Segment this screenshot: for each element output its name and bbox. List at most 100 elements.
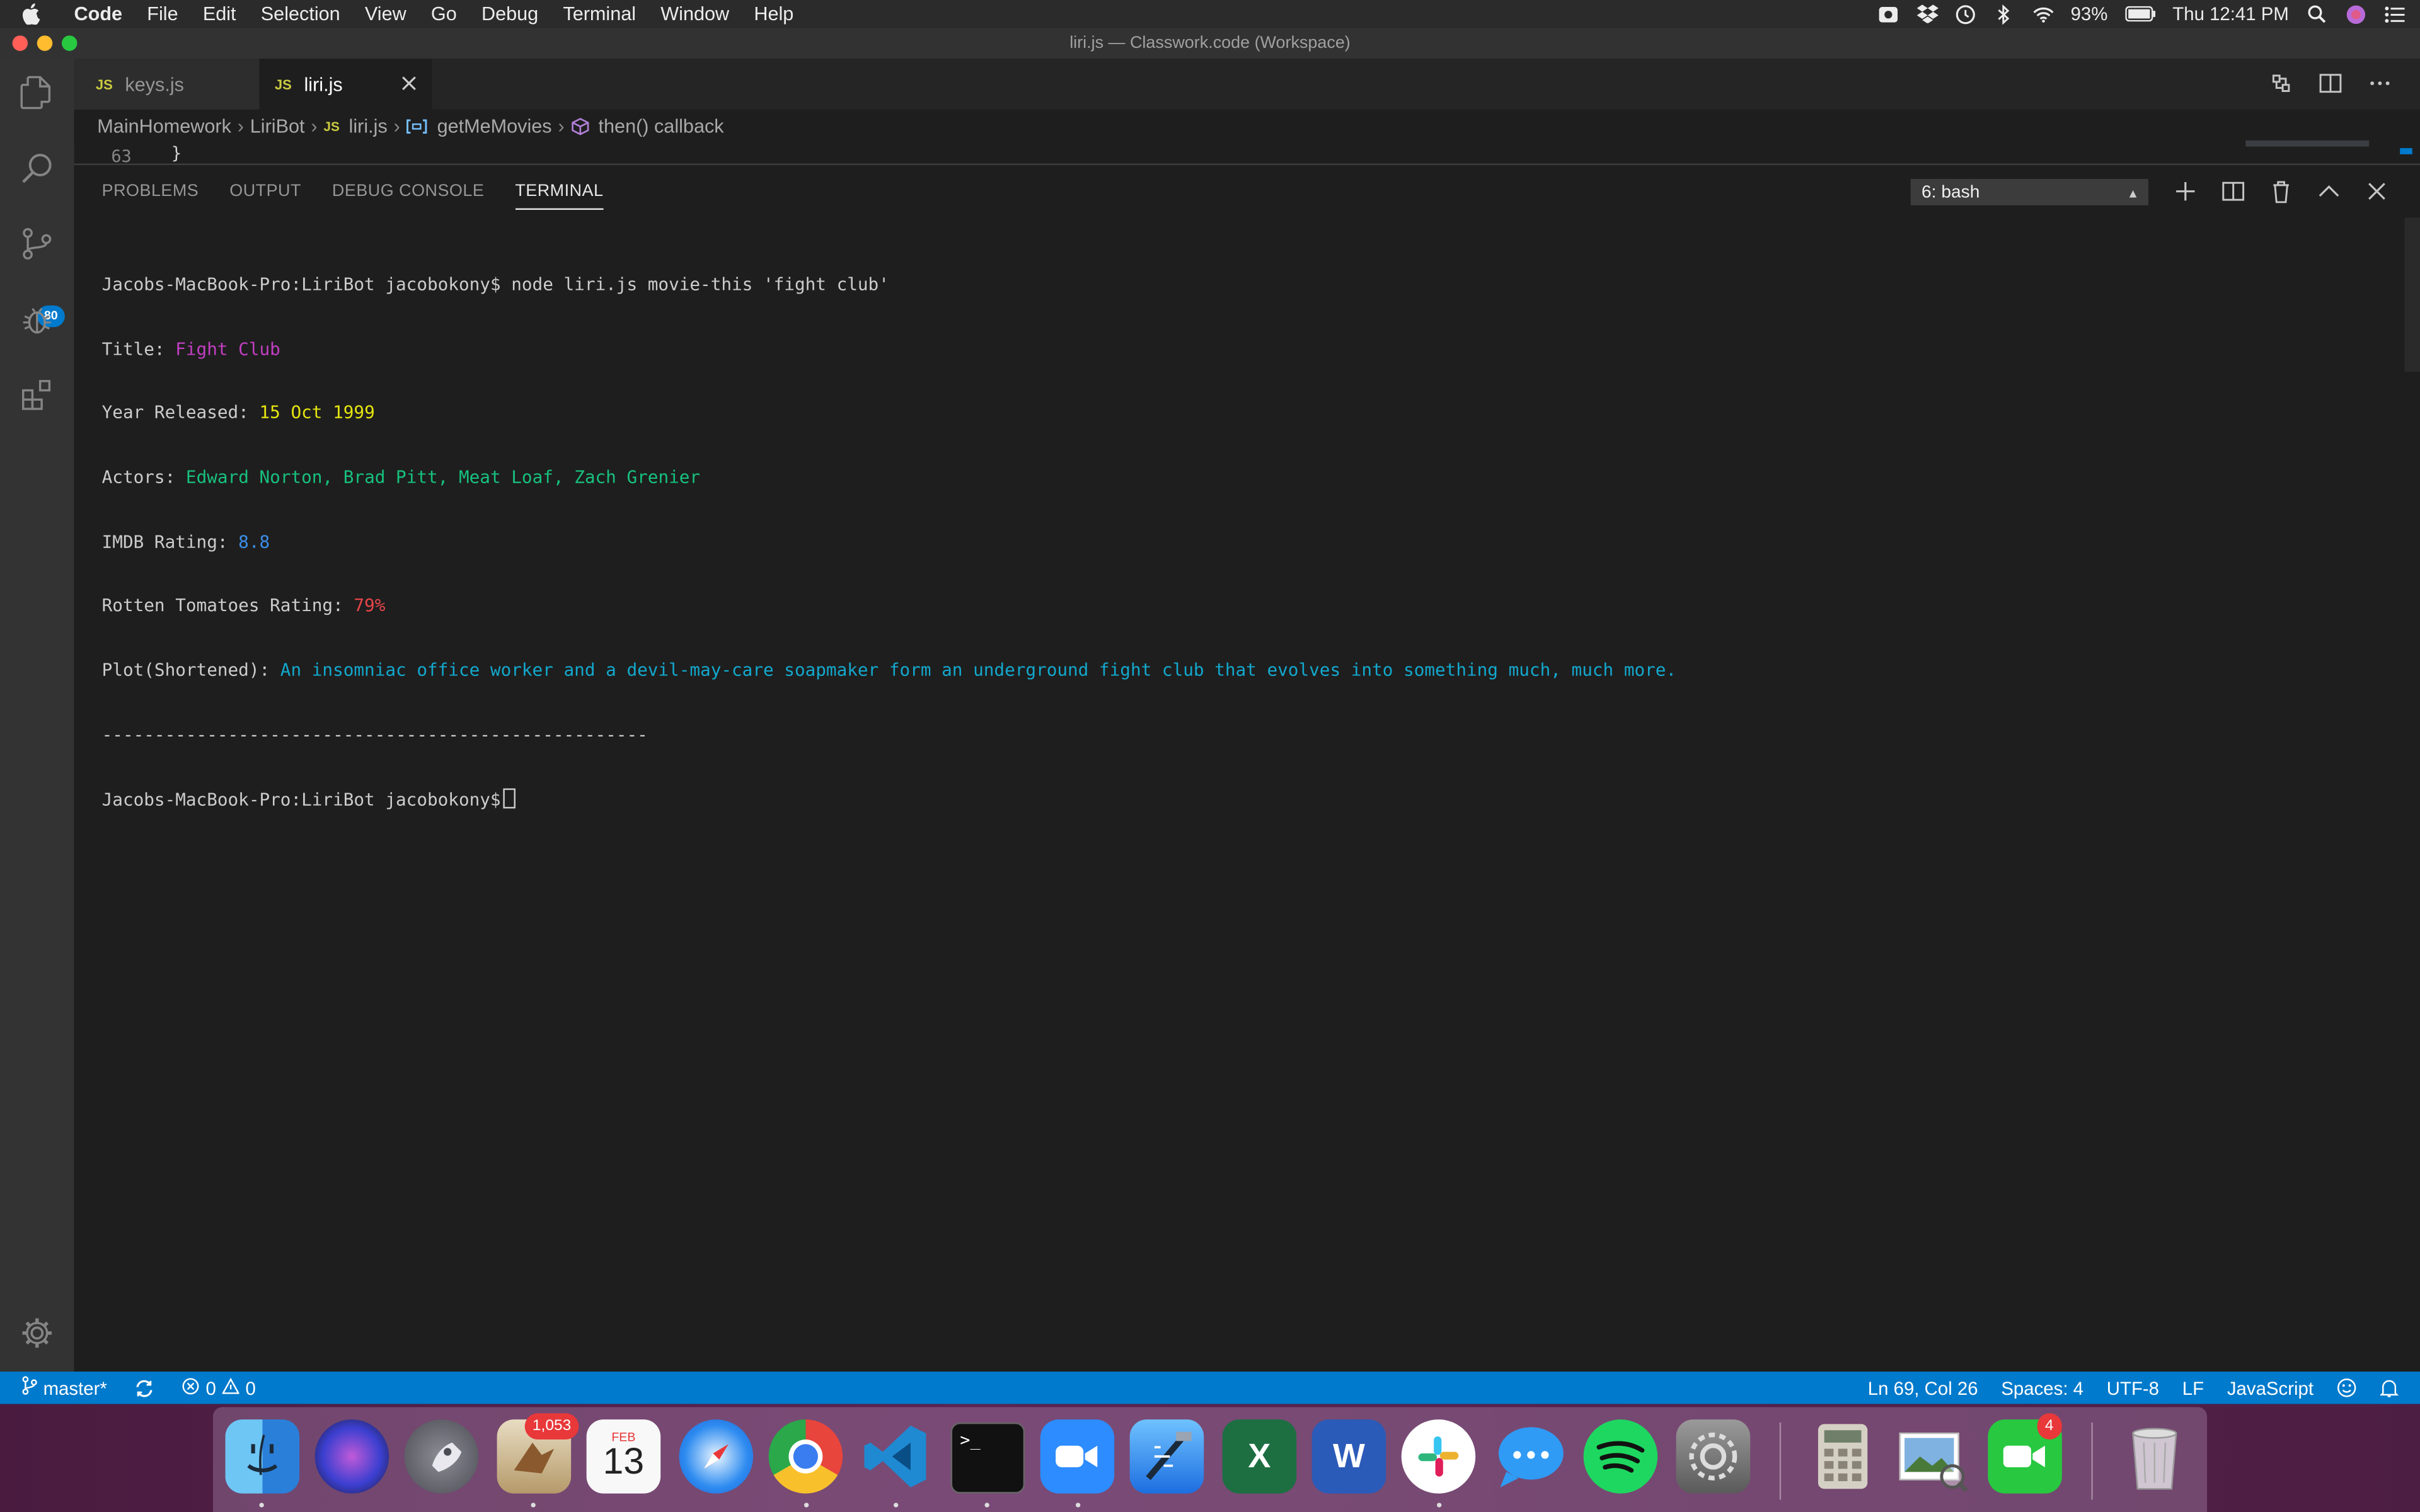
window-title: liri.js — Classwork.code (Workspace) xyxy=(1069,33,1351,53)
terminal-command-line: Jacobs-MacBook-Pro:LiriBot jacobokony$ n… xyxy=(102,274,1676,295)
tab-liri-js[interactable]: JS liri.js xyxy=(259,59,432,110)
tab-problems[interactable]: PROBLEMS xyxy=(102,173,199,210)
breadcrumb-symbol-then-callback[interactable]: then() callback xyxy=(599,116,724,137)
source-control-icon[interactable] xyxy=(15,222,59,266)
menu-edit[interactable]: Edit xyxy=(190,0,248,28)
wifi-icon[interactable] xyxy=(2032,4,2053,23)
bluetooth-icon[interactable] xyxy=(1993,4,2015,24)
open-changes-icon[interactable] xyxy=(2269,71,2293,96)
menu-debug[interactable]: Debug xyxy=(469,0,550,28)
extensions-icon[interactable] xyxy=(15,374,59,417)
language-mode[interactable]: JavaScript xyxy=(2227,1377,2313,1399)
spotify-icon[interactable] xyxy=(1583,1419,1658,1494)
menu-window[interactable]: Window xyxy=(648,0,742,28)
minimap-slider[interactable] xyxy=(2400,148,2412,154)
excel-letter: X xyxy=(1248,1436,1271,1475)
spotlight-search-icon[interactable] xyxy=(2306,4,2327,23)
feedback-smiley-icon[interactable] xyxy=(2337,1378,2357,1398)
screen-record-icon[interactable] xyxy=(1877,4,1899,23)
messages-icon[interactable] xyxy=(1494,1419,1569,1494)
end-of-line[interactable]: LF xyxy=(2182,1377,2204,1399)
kill-terminal-icon[interactable] xyxy=(2269,179,2293,203)
siri-app-icon[interactable] xyxy=(314,1419,389,1494)
vscode-icon[interactable] xyxy=(858,1419,933,1494)
file-encoding[interactable]: UTF-8 xyxy=(2107,1377,2159,1399)
editor-peek: 63 } xyxy=(74,144,2420,164)
siri-icon[interactable] xyxy=(2344,4,2366,23)
excel-icon[interactable]: X xyxy=(1222,1419,1297,1494)
menu-go[interactable]: Go xyxy=(418,0,469,28)
system-preferences-icon[interactable] xyxy=(1676,1419,1751,1494)
cursor-position[interactable]: Ln 69, Col 26 xyxy=(1868,1377,1978,1399)
menu-app-name[interactable]: Code xyxy=(62,0,135,28)
code-line[interactable]: } xyxy=(171,144,182,164)
zoom-icon[interactable] xyxy=(1040,1419,1115,1494)
minimize-window-button[interactable] xyxy=(37,35,53,51)
menu-selection[interactable]: Selection xyxy=(248,0,352,28)
debug-icon[interactable] xyxy=(15,298,59,341)
tab-terminal[interactable]: TERMINAL xyxy=(515,173,604,210)
menu-help[interactable]: Help xyxy=(742,0,806,28)
terminal-output[interactable]: Jacobs-MacBook-Pro:LiriBot jacobokony$ n… xyxy=(102,231,1676,853)
apple-menu-icon[interactable] xyxy=(21,3,46,25)
calendar-icon[interactable]: FEB 13 xyxy=(586,1419,661,1494)
js-file-icon: JS xyxy=(274,76,292,92)
close-panel-icon[interactable] xyxy=(2365,179,2389,203)
word-icon[interactable]: W xyxy=(1311,1419,1386,1494)
tab-debug-console[interactable]: DEBUG CONSOLE xyxy=(332,173,484,210)
output-divider: ----------------------------------------… xyxy=(101,724,648,745)
dropbox-icon[interactable] xyxy=(1916,4,1938,23)
terminal-app-icon[interactable]: >_ xyxy=(950,1422,1025,1494)
indentation[interactable]: Spaces: 4 xyxy=(2001,1377,2083,1399)
new-terminal-icon[interactable] xyxy=(2173,179,2198,203)
problems-indicator[interactable]: 0 0 xyxy=(183,1377,256,1399)
breadcrumb-folder-liribot[interactable]: LiriBot xyxy=(250,116,305,137)
close-tab-icon[interactable] xyxy=(398,72,420,94)
terminal-cursor xyxy=(504,789,517,810)
explorer-icon[interactable] xyxy=(15,71,59,115)
slack-icon[interactable] xyxy=(1401,1419,1476,1494)
close-window-button[interactable] xyxy=(12,35,28,51)
time-machine-icon[interactable] xyxy=(1955,4,1976,24)
notification-center-icon[interactable] xyxy=(2383,4,2404,23)
git-branch-icon xyxy=(21,1376,37,1400)
terminal-scrollbar[interactable] xyxy=(2404,217,2420,372)
minimap[interactable] xyxy=(2245,140,2370,147)
preview-icon[interactable] xyxy=(1895,1419,1969,1494)
menu-file[interactable]: File xyxy=(135,0,191,28)
split-terminal-icon[interactable] xyxy=(2221,179,2245,203)
mail-badge: 1,053 xyxy=(524,1413,579,1440)
facetime-icon[interactable]: 4 xyxy=(1988,1413,2062,1494)
menu-terminal[interactable]: Terminal xyxy=(551,0,648,28)
chrome-icon[interactable] xyxy=(768,1419,843,1494)
mail-icon[interactable]: 1,053 xyxy=(497,1413,579,1494)
maximize-panel-icon[interactable] xyxy=(2317,179,2341,203)
breadcrumb-symbol-getmemovies[interactable]: getMeMovies xyxy=(437,116,552,137)
search-icon[interactable] xyxy=(15,147,59,190)
split-editor-icon[interactable] xyxy=(2318,71,2342,96)
breadcrumb-file-liri-js[interactable]: liri.js xyxy=(349,116,388,137)
trash-icon[interactable] xyxy=(2118,1419,2192,1494)
menu-view[interactable]: View xyxy=(352,0,418,28)
launchpad-icon[interactable] xyxy=(404,1419,479,1494)
tab-output[interactable]: OUTPUT xyxy=(229,173,301,210)
breadcrumb-folder-mainhomework[interactable]: MainHomework xyxy=(97,116,231,137)
xcode-icon[interactable] xyxy=(1129,1419,1204,1494)
calculator-icon[interactable] xyxy=(1806,1419,1880,1494)
menu-clock[interactable]: Thu 12:41 PM xyxy=(2172,3,2289,25)
terminal-shell-select[interactable]: 6: bash ▲ xyxy=(1910,179,2149,205)
output-label: Rotten Tomatoes Rating: xyxy=(101,596,354,616)
finder-icon[interactable] xyxy=(225,1419,300,1494)
panel-tabs: PROBLEMS OUTPUT DEBUG CONSOLE TERMINAL xyxy=(74,165,604,217)
facetime-badge: 4 xyxy=(2037,1413,2061,1440)
safari-icon[interactable] xyxy=(679,1419,754,1494)
zoom-window-button[interactable] xyxy=(61,35,78,51)
sync-icon[interactable] xyxy=(135,1378,155,1397)
running-indicator xyxy=(984,1503,989,1508)
tab-keys-js[interactable]: JS keys.js xyxy=(74,59,260,110)
more-actions-icon[interactable] xyxy=(2368,71,2392,96)
notifications-bell-icon[interactable] xyxy=(2380,1378,2399,1398)
battery-icon[interactable] xyxy=(2124,4,2155,23)
git-branch-indicator[interactable]: master* xyxy=(21,1376,107,1400)
manage-gear-icon[interactable] xyxy=(15,1312,59,1355)
